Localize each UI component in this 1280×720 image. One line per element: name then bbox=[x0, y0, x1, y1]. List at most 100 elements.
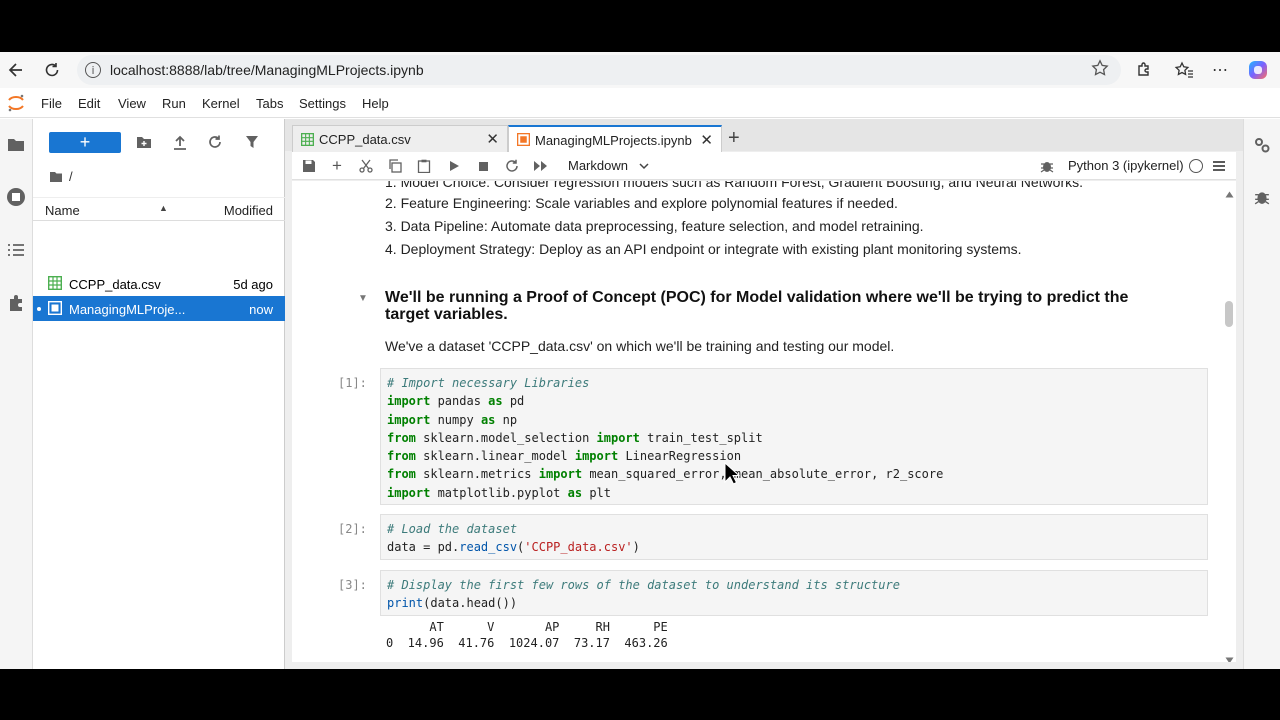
tab-label: ManagingMLProjects.ipynb bbox=[535, 133, 692, 148]
paste-icon[interactable] bbox=[416, 158, 432, 174]
code-keyword: from bbox=[387, 430, 416, 445]
reload-icon[interactable] bbox=[40, 58, 64, 82]
open-indicator-dot bbox=[37, 307, 41, 311]
save-icon[interactable] bbox=[301, 158, 317, 174]
file-name: CCPP_data.csv bbox=[69, 277, 161, 292]
modified-column-header[interactable]: Modified bbox=[224, 203, 273, 218]
file-row-ccpp-data[interactable]: CCPP_data.csv 5d ago bbox=[33, 271, 285, 296]
new-folder-icon[interactable] bbox=[135, 133, 153, 151]
refresh-icon[interactable] bbox=[206, 133, 224, 151]
scrollbar-thumb[interactable] bbox=[1225, 301, 1233, 327]
breadcrumb: / bbox=[49, 169, 73, 184]
scroll-down-arrow-icon[interactable] bbox=[1225, 651, 1234, 662]
main-dock-area: CCPP_data.csv ✕ ManagingMLProjects.ipynb… bbox=[285, 119, 1243, 669]
output-data-row: 0 14.96 41.76 1024.07 73.17 463.26 bbox=[386, 636, 668, 650]
info-icon[interactable]: i bbox=[85, 62, 101, 78]
breadcrumb-path[interactable]: / bbox=[69, 169, 73, 184]
code-function: read_csv bbox=[459, 540, 518, 555]
copy-icon[interactable] bbox=[387, 158, 403, 174]
file-modified: 5d ago bbox=[233, 277, 273, 292]
menu-kernel[interactable]: Kernel bbox=[202, 96, 240, 111]
run-cell-icon[interactable] bbox=[446, 158, 462, 174]
copilot-icon[interactable] bbox=[1246, 58, 1270, 82]
extension-manager-icon[interactable] bbox=[5, 292, 27, 314]
code-text: (data.head()) bbox=[423, 596, 518, 611]
tab-managingmlprojects[interactable]: ManagingMLProjects.ipynb ✕ bbox=[508, 125, 722, 153]
chevron-down-icon[interactable] bbox=[638, 159, 650, 177]
code-cell-display-head[interactable]: # Display the first few rows of the data… bbox=[380, 570, 1208, 616]
code-keyword: as bbox=[488, 394, 503, 409]
more-menu-icon[interactable]: ⋯ bbox=[1208, 58, 1232, 82]
debugger-bug-icon[interactable] bbox=[1039, 158, 1055, 174]
notebook-scrollbar[interactable] bbox=[1222, 181, 1236, 662]
favorites-icon[interactable] bbox=[1172, 58, 1196, 82]
code-text: LinearRegression bbox=[618, 449, 742, 464]
stop-kernel-icon[interactable] bbox=[475, 158, 491, 174]
favorite-star-icon[interactable] bbox=[1091, 59, 1109, 82]
folder-icon[interactable] bbox=[5, 133, 27, 155]
code-text: sklearn.linear_model bbox=[415, 449, 575, 464]
code-function: print bbox=[387, 596, 424, 611]
file-modified: now bbox=[249, 302, 273, 317]
code-string: 'CCPP_data.csv' bbox=[524, 540, 633, 555]
insert-cell-icon[interactable]: + bbox=[329, 156, 345, 175]
kernel-name[interactable]: Python 3 (ipykernel) bbox=[1068, 158, 1184, 173]
collapse-heading-icon[interactable]: ▼ bbox=[358, 293, 368, 304]
restart-kernel-icon[interactable] bbox=[504, 158, 520, 174]
close-tab-icon[interactable]: ✕ bbox=[700, 131, 713, 149]
code-cell-load-dataset[interactable]: # Load the dataset data = pd.read_csv('C… bbox=[380, 514, 1208, 560]
menu-run[interactable]: Run bbox=[162, 96, 186, 111]
cut-icon[interactable] bbox=[358, 158, 374, 174]
hamburger-menu-icon[interactable] bbox=[1211, 158, 1227, 174]
code-text: sklearn.model_selection bbox=[415, 430, 597, 445]
file-name: ManagingMLProje... bbox=[69, 302, 186, 317]
menu-settings[interactable]: Settings bbox=[299, 96, 346, 111]
code-text: train_test_split bbox=[639, 430, 763, 445]
code-text: mean_squared_error, mean_absolute_error,… bbox=[582, 467, 944, 482]
menu-tabs[interactable]: Tabs bbox=[256, 96, 283, 111]
restart-run-all-icon[interactable] bbox=[533, 158, 549, 174]
menu-edit[interactable]: Edit bbox=[78, 96, 100, 111]
menu-file[interactable]: File bbox=[41, 96, 62, 111]
code-cell-imports[interactable]: # Import necessary Libraries import pand… bbox=[380, 368, 1208, 505]
extensions-icon[interactable] bbox=[1132, 58, 1156, 82]
code-text: plt bbox=[582, 485, 611, 500]
code-comment: # Load the dataset bbox=[387, 522, 518, 536]
new-launcher-button[interactable]: + bbox=[49, 132, 121, 153]
code-text: data = pd. bbox=[387, 540, 460, 555]
cell-type-select[interactable]: Markdown bbox=[568, 158, 628, 173]
right-sidebar bbox=[1243, 119, 1280, 669]
close-tab-icon[interactable]: ✕ bbox=[486, 130, 499, 148]
jupyter-menubar: File Edit View Run Kernel Tabs Settings … bbox=[0, 88, 1280, 118]
property-inspector-gears-icon[interactable] bbox=[1253, 136, 1271, 159]
running-kernels-icon[interactable] bbox=[5, 186, 27, 208]
breadcrumb-folder-icon[interactable] bbox=[49, 171, 63, 183]
name-column-header[interactable]: Name bbox=[45, 203, 80, 218]
output-header-row: AT V AP RH PE bbox=[386, 620, 668, 634]
back-icon[interactable] bbox=[4, 58, 28, 82]
file-row-managingmlprojects[interactable]: ManagingMLProje... now bbox=[33, 296, 285, 321]
upload-icon[interactable] bbox=[171, 133, 189, 151]
screen: i localhost:8888/lab/tree/ManagingMLProj… bbox=[0, 52, 1280, 669]
menu-help[interactable]: Help bbox=[362, 96, 389, 111]
sort-ascending-icon[interactable]: ▲ bbox=[159, 203, 168, 213]
url-text[interactable]: localhost:8888/lab/tree/ManagingMLProjec… bbox=[110, 62, 424, 78]
debugger-bug-icon[interactable] bbox=[1254, 189, 1270, 210]
tab-ccpp-data-csv[interactable]: CCPP_data.csv ✕ bbox=[292, 125, 508, 153]
notebook-panel: 1. Model Choice: Consider regression mod… bbox=[292, 181, 1236, 662]
table-of-contents-icon[interactable] bbox=[5, 239, 27, 261]
notebook-toolbar: + Markdown Python 3 (ipykernel) bbox=[292, 152, 1236, 180]
code-text: ) bbox=[632, 540, 640, 555]
filter-icon[interactable] bbox=[243, 133, 261, 151]
add-tab-button[interactable]: + bbox=[728, 127, 740, 150]
menu-view[interactable]: View bbox=[118, 96, 146, 111]
file-list-header: Name ▲ Modified bbox=[33, 197, 285, 221]
address-bar[interactable]: i localhost:8888/lab/tree/ManagingMLProj… bbox=[77, 55, 1121, 85]
code-keyword: import bbox=[387, 412, 431, 427]
notebook-icon bbox=[516, 132, 531, 149]
code-text: pd bbox=[502, 394, 525, 409]
code-text: sklearn.metrics bbox=[415, 467, 539, 482]
code-keyword: import bbox=[387, 394, 431, 409]
code-keyword: from bbox=[387, 449, 416, 464]
scroll-up-arrow-icon[interactable] bbox=[1225, 185, 1234, 203]
